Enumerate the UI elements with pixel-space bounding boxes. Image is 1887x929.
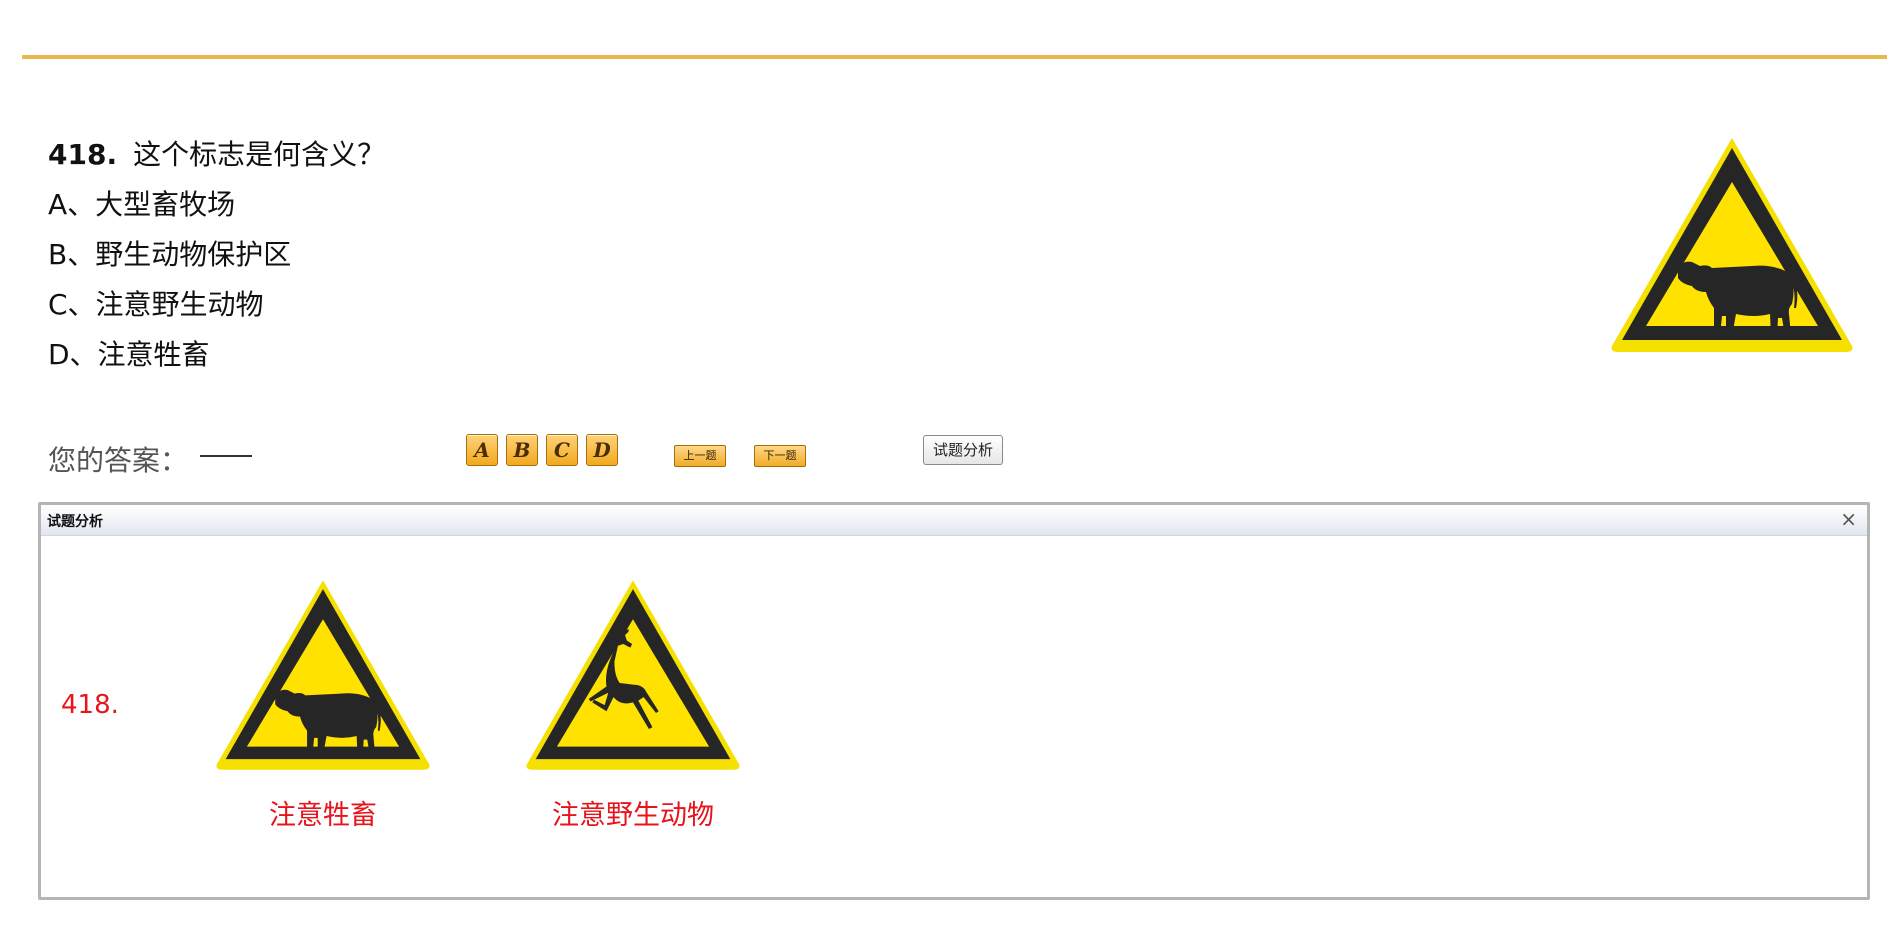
question-number: 418. (48, 138, 118, 171)
top-divider (22, 55, 1887, 59)
page: 418. 这个标志是何含义？ A、大型畜牧场 B、野生动物保护区 C、注意野生动物… (0, 0, 1887, 929)
panel-question-number: 418. (61, 690, 119, 720)
deer-warning-sign-icon (526, 580, 740, 770)
answer-d-button[interactable]: D (586, 434, 618, 466)
answer-c-button[interactable]: C (546, 434, 578, 466)
question-line: 418. 这个标志是何含义？ (48, 130, 385, 180)
prev-question-button[interactable]: 上一题 (674, 445, 726, 467)
sign-caption-cattle: 注意牲畜 (269, 800, 377, 831)
next-question-button[interactable]: 下一题 (754, 445, 806, 467)
analysis-panel: 试题分析 × 418. 注意牲畜 注意野生动物 (38, 502, 1870, 900)
option-c[interactable]: C、注意野生动物 (48, 280, 385, 330)
cattle-warning-sign-icon (216, 580, 430, 770)
analysis-button[interactable]: 试题分析 (923, 435, 1003, 465)
option-d[interactable]: D、注意牲畜 (48, 330, 385, 380)
panel-title: 试题分析 (47, 514, 103, 530)
option-b[interactable]: B、野生动物保护区 (48, 230, 385, 280)
close-icon[interactable]: × (1840, 507, 1857, 531)
answer-blank (200, 455, 252, 457)
panel-header: 试题分析 × (41, 505, 1867, 536)
sign-card-cattle: 注意牲畜 (203, 575, 443, 832)
sign-card-deer: 注意野生动物 (513, 575, 753, 832)
sign-caption-deer: 注意野生动物 (552, 800, 714, 831)
question-text: 这个标志是何含义？ (133, 138, 386, 171)
answer-b-button[interactable]: B (506, 434, 538, 466)
answer-a-button[interactable]: A (466, 434, 498, 466)
answer-label: 您的答案： (48, 444, 189, 477)
option-a[interactable]: A、大型畜牧场 (48, 180, 385, 230)
question-block: 418. 这个标志是何含义？ A、大型畜牧场 B、野生动物保护区 C、注意野生动物… (48, 130, 385, 380)
cattle-warning-sign-icon (1611, 138, 1853, 352)
